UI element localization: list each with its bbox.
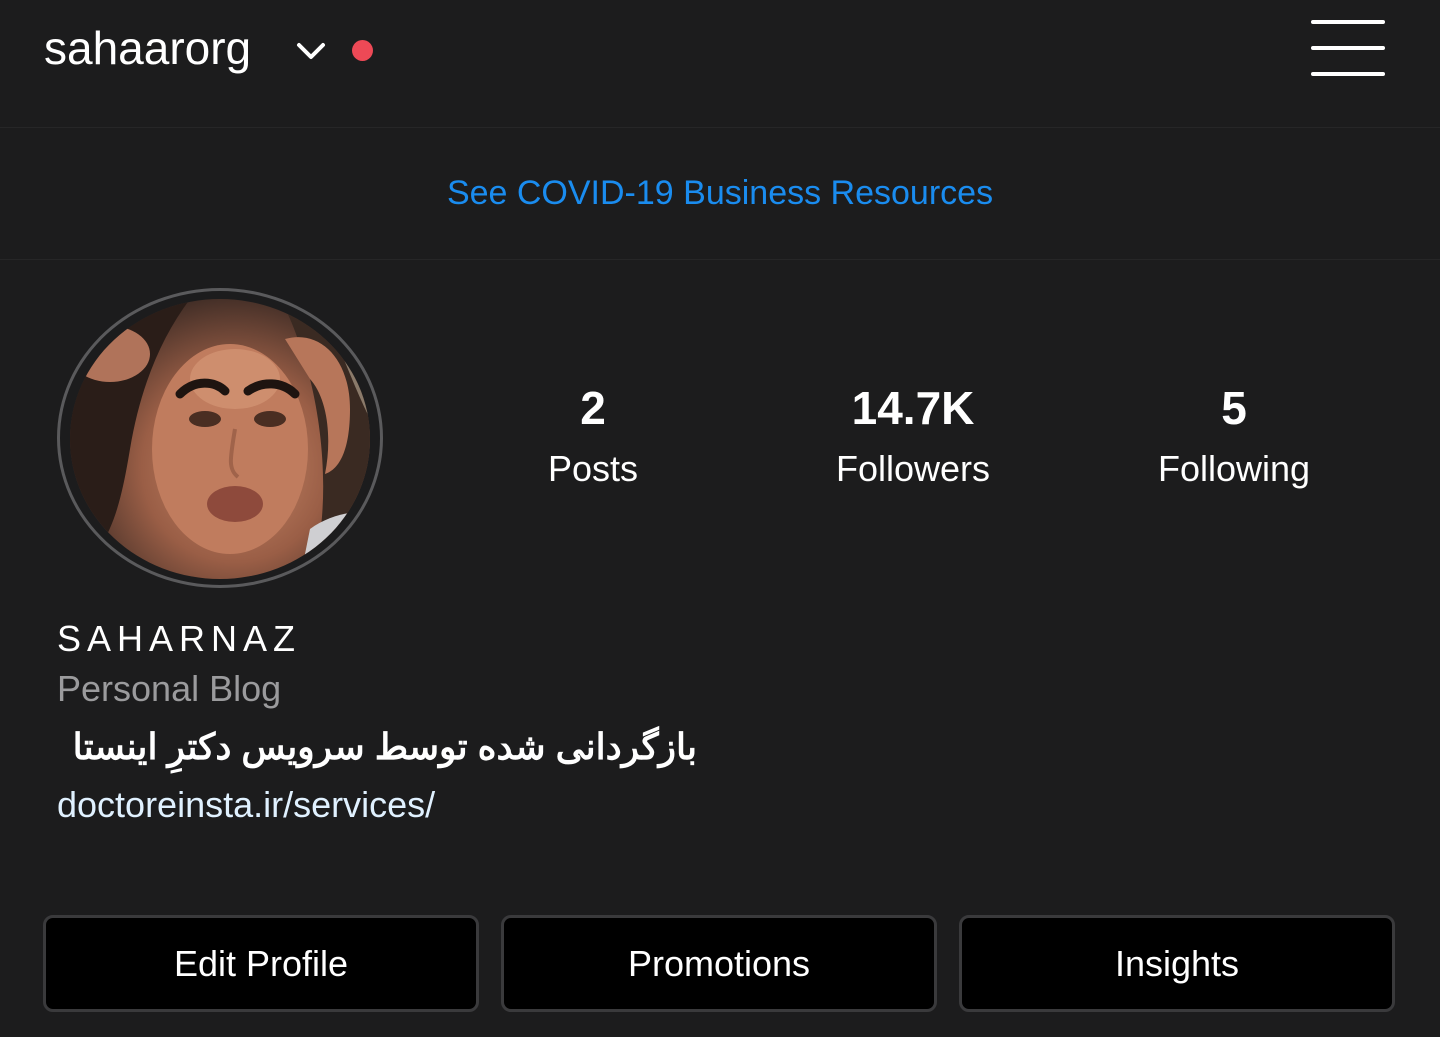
edit-profile-button[interactable]: Edit Profile <box>43 915 479 1012</box>
followers-stat[interactable]: 14.7K Followers <box>783 380 1043 492</box>
following-count: 5 <box>1221 382 1247 434</box>
following-label: Following <box>1157 448 1311 489</box>
promotions-button[interactable]: Promotions <box>501 915 937 1012</box>
hamburger-menu-icon[interactable] <box>1311 18 1385 78</box>
followers-count: 14.7K <box>851 382 975 434</box>
notification-dot <box>352 40 373 61</box>
profile-website-link[interactable]: doctoreinsta.ir/services/ <box>57 782 435 828</box>
avatar[interactable] <box>70 299 370 579</box>
profile-display-name: SAHARNAZ <box>57 618 302 659</box>
profile-category: Personal Blog <box>57 668 282 709</box>
followers-label: Followers <box>835 448 991 489</box>
posts-stat[interactable]: 2 Posts <box>463 380 723 492</box>
covid-banner: See COVID-19 Business Resources <box>0 128 1440 260</box>
profile-page: sahaarorg See COVID-19 Business Resource… <box>0 0 1440 1037</box>
posts-count: 2 <box>580 382 606 434</box>
insights-button[interactable]: Insights <box>959 915 1395 1012</box>
profile-bio: بازگردانی شده توسط سرویس دکترِ اینستا <box>72 726 697 767</box>
chevron-down-icon[interactable] <box>294 36 328 66</box>
top-bar: sahaarorg <box>0 0 1440 128</box>
following-stat[interactable]: 5 Following <box>1104 380 1364 492</box>
account-username[interactable]: sahaarorg <box>44 18 251 78</box>
posts-label: Posts <box>547 448 639 489</box>
covid-resources-link[interactable]: See COVID-19 Business Resources <box>447 174 993 213</box>
